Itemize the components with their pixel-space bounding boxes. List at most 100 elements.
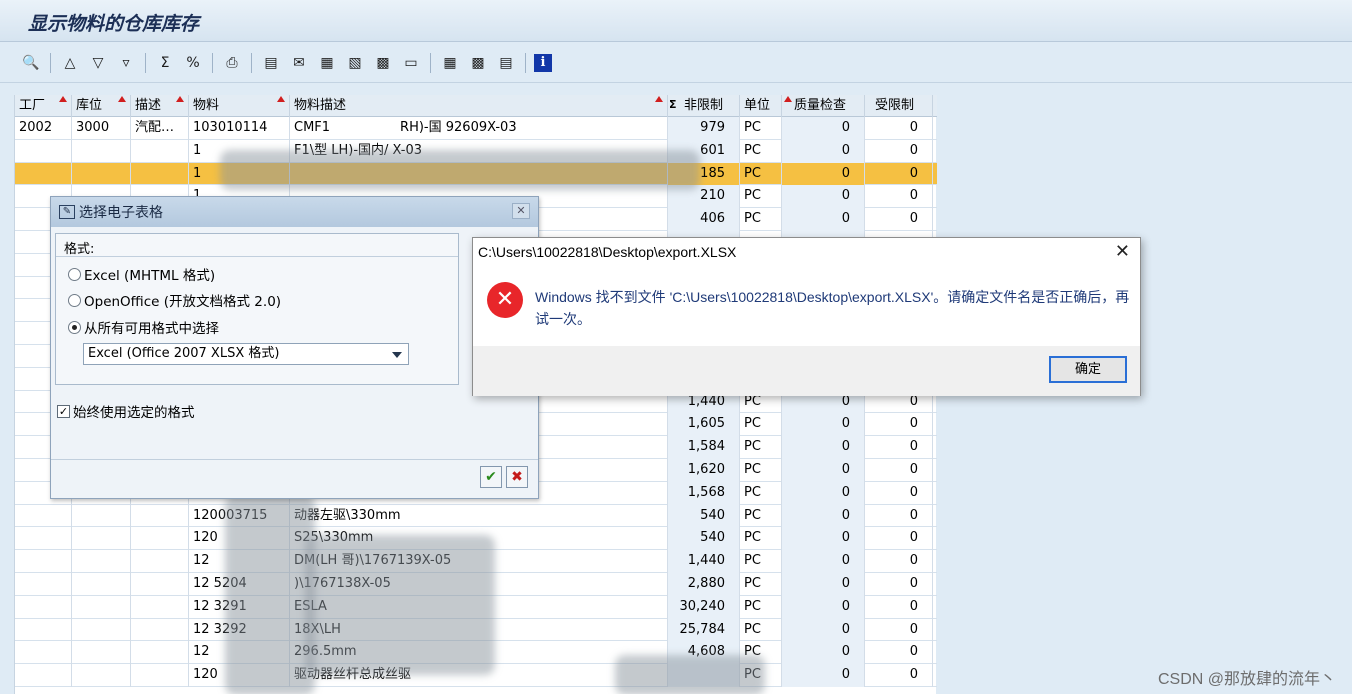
- table-cell: PC: [740, 162, 782, 186]
- word-icon[interactable]: ▧: [344, 52, 366, 74]
- table-cell: 0: [865, 664, 933, 687]
- dialog-window-icon: ✎: [59, 205, 75, 219]
- abc-icon[interactable]: ▩: [372, 52, 394, 74]
- cancel-button[interactable]: ✖: [506, 466, 528, 488]
- error-dialog-close-button[interactable]: ✕: [1115, 241, 1130, 262]
- column-header-storage-location[interactable]: 库位: [72, 95, 131, 117]
- table-cell: [131, 618, 189, 642]
- table-row[interactable]: 120003715动器左驱\330mm540PC00: [15, 504, 937, 528]
- error-dialog-title: C:\Users\10022818\Desktop\export.XLSX: [478, 244, 737, 260]
- column-header-material[interactable]: 物料: [189, 95, 290, 117]
- checkbox-label: 始终使用选定的格式: [73, 405, 195, 421]
- table-cell: 30,240: [668, 595, 740, 619]
- table-cell: 1,440: [668, 550, 740, 573]
- format-dropdown[interactable]: Excel (Office 2007 XLSX 格式): [83, 343, 409, 365]
- table-cell: 0: [865, 595, 933, 619]
- column-header-description[interactable]: 描述: [131, 95, 189, 117]
- table-cell-fragment: RH)-国 92609X-03: [400, 120, 517, 135]
- table-cell: 2002: [15, 117, 72, 140]
- table-cell: 1,620: [668, 458, 740, 482]
- table-cell: 1,568: [668, 481, 740, 505]
- dialog-close-button[interactable]: ✕: [512, 203, 530, 219]
- save-layout-icon[interactable]: ▤: [495, 52, 517, 74]
- checkbox-box: ✓: [57, 404, 70, 418]
- always-use-format-checkbox[interactable]: ✓ 始终使用选定的格式: [57, 401, 195, 421]
- info-icon[interactable]: i: [534, 53, 552, 72]
- table-cell: [131, 550, 189, 573]
- table-row[interactable]: 2002 3000 汽配… 103010114 CMF1 RH)-国 92609X-03 9…: [15, 117, 937, 140]
- confirm-button[interactable]: ✔: [480, 466, 502, 488]
- graphic-icon[interactable]: ▭: [400, 52, 422, 74]
- page-title: 显示物料的仓库库存: [28, 13, 200, 35]
- print-preview-icon[interactable]: ⎙: [221, 52, 243, 74]
- column-header-restricted[interactable]: 受限制: [865, 95, 933, 117]
- sort-marker-icon: [176, 96, 184, 102]
- toolbar-separator: [145, 52, 146, 73]
- table-cell: 0: [865, 208, 933, 231]
- sort-ascending-icon[interactable]: △: [59, 52, 81, 74]
- table-cell: 0: [865, 527, 933, 551]
- table-cell: 2,880: [668, 572, 740, 596]
- table-cell: [15, 664, 72, 687]
- error-message: Windows 找不到文件 'C:\Users\10022818\Desktop…: [535, 289, 1130, 327]
- column-header-unrestricted[interactable]: Σ 非限制: [668, 95, 740, 117]
- table-cell: 0: [865, 504, 933, 528]
- column-header-material-description[interactable]: 物料描述: [290, 95, 668, 117]
- radio-openoffice[interactable]: OpenOffice (开放文档格式 2.0): [68, 290, 281, 310]
- table-cell: [72, 504, 131, 528]
- sort-marker-icon: [277, 96, 285, 102]
- error-ok-button[interactable]: 确定: [1049, 356, 1127, 383]
- table-cell: 汽配…: [131, 117, 189, 140]
- sort-descending-icon[interactable]: ▽: [87, 52, 109, 74]
- radio-circle-selected: [68, 320, 81, 334]
- local-file-icon[interactable]: ▦: [316, 52, 338, 74]
- grid-header: 工厂 库位 描述 物料 物料描述 Σ 非限制 单位 质量检查 受限制: [15, 95, 937, 117]
- table-cell: PC: [740, 413, 782, 437]
- radio-label: 从所有可用格式中选择: [84, 321, 219, 337]
- select-layout-icon[interactable]: ▩: [467, 52, 489, 74]
- column-header-plant[interactable]: 工厂: [15, 95, 72, 117]
- privacy-blur: [225, 495, 315, 694]
- sort-marker-icon: [655, 96, 663, 102]
- privacy-blur: [305, 535, 495, 675]
- table-cell: [72, 527, 131, 551]
- table-cell: [15, 527, 72, 551]
- table-cell: PC: [740, 185, 782, 209]
- radio-all-formats[interactable]: 从所有可用格式中选择: [68, 317, 219, 337]
- select-spreadsheet-dialog: ✎ 选择电子表格 ✕ 格式: Excel (MHTML 格式) OpenOffi…: [50, 196, 539, 499]
- table-cell: 1,605: [668, 413, 740, 437]
- table-cell: CMF1 RH)-国 92609X-03: [290, 117, 668, 140]
- filter-icon[interactable]: ▿: [115, 52, 137, 74]
- column-header-unit[interactable]: 单位: [740, 95, 782, 117]
- table-cell: [15, 572, 72, 596]
- privacy-blur: [615, 655, 765, 694]
- subtotal-icon[interactable]: %: [182, 52, 204, 74]
- table-cell: PC: [740, 595, 782, 619]
- details-icon[interactable]: 🔍: [20, 52, 42, 74]
- table-cell: PC: [740, 117, 782, 140]
- table-cell: [131, 504, 189, 528]
- table-cell: 0: [782, 208, 865, 231]
- format-group-label: 格式:: [64, 242, 95, 257]
- mail-icon[interactable]: ✉: [288, 52, 310, 74]
- table-cell: PC: [740, 504, 782, 528]
- watermark: CSDN @那放肆的流年丶: [1157, 671, 1336, 688]
- table-cell: 0: [865, 185, 933, 209]
- table-cell: [72, 664, 131, 687]
- table-cell: 0: [865, 117, 933, 140]
- table-cell: 0: [865, 572, 933, 596]
- radio-circle: [68, 293, 81, 307]
- column-header-quality-inspection[interactable]: 质量检查: [782, 95, 865, 117]
- export-icon[interactable]: ▤: [260, 52, 282, 74]
- chevron-down-icon: [392, 352, 402, 358]
- dialog-title-bar: ✎ 选择电子表格: [51, 197, 538, 227]
- radio-excel-mhtml[interactable]: Excel (MHTML 格式): [68, 264, 215, 284]
- dialog-footer-divider: [51, 459, 538, 460]
- table-cell: PC: [740, 527, 782, 551]
- table-cell: [15, 162, 72, 186]
- layout-icon[interactable]: ▦: [439, 52, 461, 74]
- table-cell: PC: [740, 481, 782, 505]
- table-cell: 0: [782, 641, 865, 665]
- sum-icon[interactable]: Σ: [154, 52, 176, 74]
- table-cell: PC: [740, 572, 782, 596]
